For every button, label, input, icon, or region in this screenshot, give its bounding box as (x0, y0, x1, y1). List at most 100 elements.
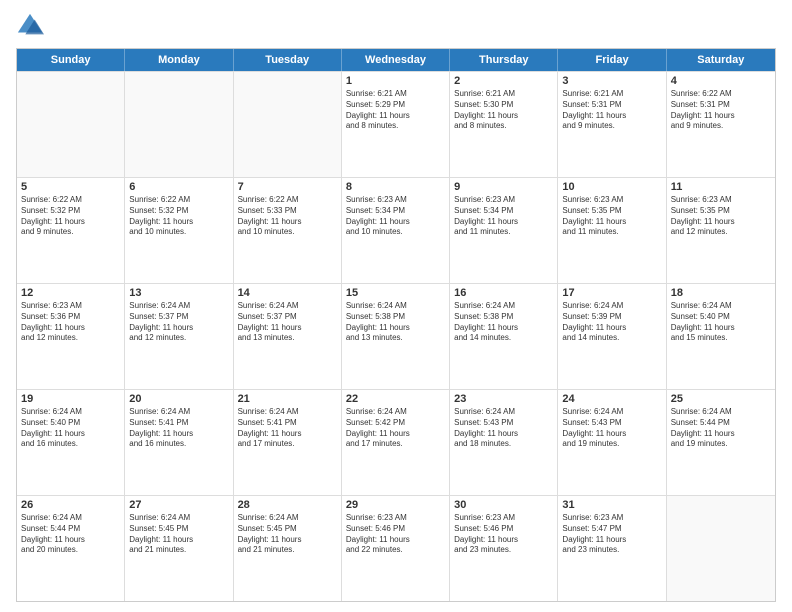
calendar-cell: 15 Sunrise: 6:24 AM Sunset: 5:38 PM Dayli… (342, 284, 450, 389)
cell-info: Sunrise: 6:24 AM Sunset: 5:37 PM Dayligh… (129, 301, 228, 344)
cell-info: Sunrise: 6:23 AM Sunset: 5:47 PM Dayligh… (562, 513, 661, 556)
day-number: 27 (129, 499, 228, 511)
weekday-header: Thursday (450, 49, 558, 71)
calendar-cell: 2 Sunrise: 6:21 AM Sunset: 5:30 PM Daylig… (450, 72, 558, 177)
cell-info: Sunrise: 6:21 AM Sunset: 5:29 PM Dayligh… (346, 89, 445, 132)
day-number: 29 (346, 499, 445, 511)
weekday-header: Wednesday (342, 49, 450, 71)
header (16, 12, 776, 40)
calendar-cell: 5 Sunrise: 6:22 AM Sunset: 5:32 PM Daylig… (17, 178, 125, 283)
day-number: 15 (346, 287, 445, 299)
cell-info: Sunrise: 6:24 AM Sunset: 5:37 PM Dayligh… (238, 301, 337, 344)
weekday-header: Sunday (17, 49, 125, 71)
cell-info: Sunrise: 6:24 AM Sunset: 5:42 PM Dayligh… (346, 407, 445, 450)
day-number: 2 (454, 75, 553, 87)
cell-info: Sunrise: 6:24 AM Sunset: 5:45 PM Dayligh… (129, 513, 228, 556)
cell-info: Sunrise: 6:23 AM Sunset: 5:36 PM Dayligh… (21, 301, 120, 344)
cell-info: Sunrise: 6:22 AM Sunset: 5:31 PM Dayligh… (671, 89, 771, 132)
calendar-body: 1Sunrise: 6:21 AM Sunset: 5:29 PM Daylig… (17, 71, 775, 601)
calendar-cell: 7 Sunrise: 6:22 AM Sunset: 5:33 PM Daylig… (234, 178, 342, 283)
cell-info: Sunrise: 6:23 AM Sunset: 5:35 PM Dayligh… (562, 195, 661, 238)
calendar-cell: 10 Sunrise: 6:23 AM Sunset: 5:35 PM Dayli… (558, 178, 666, 283)
day-number: 31 (562, 499, 661, 511)
calendar-row: 1Sunrise: 6:21 AM Sunset: 5:29 PM Daylig… (17, 71, 775, 177)
day-number: 18 (671, 287, 771, 299)
day-number: 9 (454, 181, 553, 193)
calendar-cell: 19 Sunrise: 6:24 AM Sunset: 5:40 PM Dayli… (17, 390, 125, 495)
calendar-cell: 26 Sunrise: 6:24 AM Sunset: 5:44 PM Dayli… (17, 496, 125, 601)
day-number: 8 (346, 181, 445, 193)
day-number: 4 (671, 75, 771, 87)
calendar-cell: 6 Sunrise: 6:22 AM Sunset: 5:32 PM Daylig… (125, 178, 233, 283)
calendar-row: 19 Sunrise: 6:24 AM Sunset: 5:40 PM Dayli… (17, 389, 775, 495)
cell-info: Sunrise: 6:24 AM Sunset: 5:43 PM Dayligh… (562, 407, 661, 450)
calendar-row: 5 Sunrise: 6:22 AM Sunset: 5:32 PM Daylig… (17, 177, 775, 283)
day-number: 26 (21, 499, 120, 511)
day-number: 19 (21, 393, 120, 405)
calendar-cell: 30 Sunrise: 6:23 AM Sunset: 5:46 PM Dayli… (450, 496, 558, 601)
calendar-cell: 29 Sunrise: 6:23 AM Sunset: 5:46 PM Dayli… (342, 496, 450, 601)
day-number: 10 (562, 181, 661, 193)
calendar-row: 26 Sunrise: 6:24 AM Sunset: 5:44 PM Dayli… (17, 495, 775, 601)
calendar-cell: 18 Sunrise: 6:24 AM Sunset: 5:40 PM Dayli… (667, 284, 775, 389)
day-number: 11 (671, 181, 771, 193)
cell-info: Sunrise: 6:23 AM Sunset: 5:46 PM Dayligh… (454, 513, 553, 556)
cell-info: Sunrise: 6:22 AM Sunset: 5:32 PM Dayligh… (21, 195, 120, 238)
calendar-cell: 24 Sunrise: 6:24 AM Sunset: 5:43 PM Dayli… (558, 390, 666, 495)
cell-info: Sunrise: 6:24 AM Sunset: 5:41 PM Dayligh… (129, 407, 228, 450)
day-number: 20 (129, 393, 228, 405)
calendar-cell: 13 Sunrise: 6:24 AM Sunset: 5:37 PM Dayli… (125, 284, 233, 389)
calendar-cell: 20 Sunrise: 6:24 AM Sunset: 5:41 PM Dayli… (125, 390, 233, 495)
weekday-header: Monday (125, 49, 233, 71)
calendar-cell: 12 Sunrise: 6:23 AM Sunset: 5:36 PM Dayli… (17, 284, 125, 389)
day-number: 28 (238, 499, 337, 511)
weekday-header: Saturday (667, 49, 775, 71)
cell-info: Sunrise: 6:24 AM Sunset: 5:38 PM Dayligh… (454, 301, 553, 344)
calendar-cell: 1Sunrise: 6:21 AM Sunset: 5:29 PM Daylig… (342, 72, 450, 177)
cell-info: Sunrise: 6:22 AM Sunset: 5:33 PM Dayligh… (238, 195, 337, 238)
day-number: 23 (454, 393, 553, 405)
calendar-cell: 17Sunrise: 6:24 AM Sunset: 5:39 PM Dayli… (558, 284, 666, 389)
cell-info: Sunrise: 6:24 AM Sunset: 5:41 PM Dayligh… (238, 407, 337, 450)
calendar-cell (234, 72, 342, 177)
day-number: 24 (562, 393, 661, 405)
cell-info: Sunrise: 6:23 AM Sunset: 5:34 PM Dayligh… (454, 195, 553, 238)
cell-info: Sunrise: 6:21 AM Sunset: 5:30 PM Dayligh… (454, 89, 553, 132)
calendar-header: SundayMondayTuesdayWednesdayThursdayFrid… (17, 49, 775, 71)
cell-info: Sunrise: 6:23 AM Sunset: 5:35 PM Dayligh… (671, 195, 771, 238)
calendar-cell: 9 Sunrise: 6:23 AM Sunset: 5:34 PM Daylig… (450, 178, 558, 283)
day-number: 12 (21, 287, 120, 299)
calendar-cell: 4 Sunrise: 6:22 AM Sunset: 5:31 PM Daylig… (667, 72, 775, 177)
calendar-cell: 21 Sunrise: 6:24 AM Sunset: 5:41 PM Dayli… (234, 390, 342, 495)
cell-info: Sunrise: 6:24 AM Sunset: 5:44 PM Dayligh… (671, 407, 771, 450)
day-number: 13 (129, 287, 228, 299)
day-number: 17 (562, 287, 661, 299)
weekday-header: Friday (558, 49, 666, 71)
day-number: 5 (21, 181, 120, 193)
cell-info: Sunrise: 6:24 AM Sunset: 5:43 PM Dayligh… (454, 407, 553, 450)
calendar-cell: 11 Sunrise: 6:23 AM Sunset: 5:35 PM Dayli… (667, 178, 775, 283)
logo (16, 12, 48, 40)
calendar-cell (17, 72, 125, 177)
calendar-cell: 23 Sunrise: 6:24 AM Sunset: 5:43 PM Dayli… (450, 390, 558, 495)
calendar-cell: 22 Sunrise: 6:24 AM Sunset: 5:42 PM Dayli… (342, 390, 450, 495)
day-number: 30 (454, 499, 553, 511)
cell-info: Sunrise: 6:22 AM Sunset: 5:32 PM Dayligh… (129, 195, 228, 238)
day-number: 22 (346, 393, 445, 405)
day-number: 21 (238, 393, 337, 405)
cell-info: Sunrise: 6:24 AM Sunset: 5:44 PM Dayligh… (21, 513, 120, 556)
cell-info: Sunrise: 6:24 AM Sunset: 5:40 PM Dayligh… (21, 407, 120, 450)
logo-icon (16, 12, 44, 40)
page: SundayMondayTuesdayWednesdayThursdayFrid… (0, 0, 792, 612)
cell-info: Sunrise: 6:24 AM Sunset: 5:38 PM Dayligh… (346, 301, 445, 344)
calendar: SundayMondayTuesdayWednesdayThursdayFrid… (16, 48, 776, 602)
day-number: 6 (129, 181, 228, 193)
day-number: 25 (671, 393, 771, 405)
cell-info: Sunrise: 6:24 AM Sunset: 5:40 PM Dayligh… (671, 301, 771, 344)
calendar-cell: 8Sunrise: 6:23 AM Sunset: 5:34 PM Daylig… (342, 178, 450, 283)
day-number: 7 (238, 181, 337, 193)
cell-info: Sunrise: 6:21 AM Sunset: 5:31 PM Dayligh… (562, 89, 661, 132)
cell-info: Sunrise: 6:23 AM Sunset: 5:46 PM Dayligh… (346, 513, 445, 556)
calendar-cell (125, 72, 233, 177)
day-number: 16 (454, 287, 553, 299)
